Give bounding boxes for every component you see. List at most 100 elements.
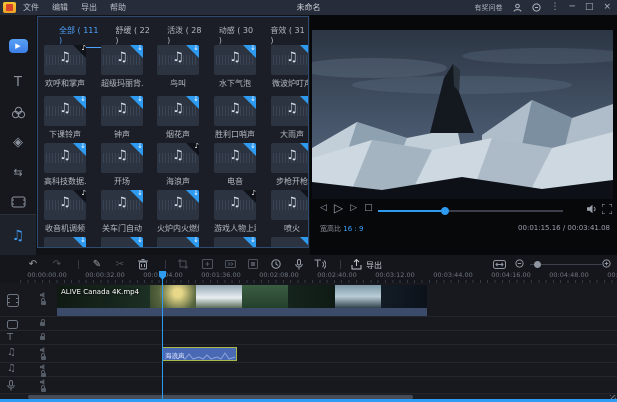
sidebar-item-filters[interactable] bbox=[0, 97, 36, 127]
zoom-out-button[interactable] bbox=[513, 257, 527, 271]
timeline-zoom-handle[interactable] bbox=[534, 261, 541, 268]
track-controls bbox=[40, 379, 46, 392]
sound-track-icon: ♫ bbox=[7, 363, 16, 374]
transport-controls: ◁ ▷ ▷ □ bbox=[320, 202, 373, 214]
sidebar-item-overlays[interactable]: ◈ bbox=[0, 127, 36, 157]
menu-help[interactable]: 帮助 bbox=[110, 2, 126, 13]
user-account-icon[interactable] bbox=[513, 3, 522, 12]
music-item[interactable]: ♫↓ 钟声 bbox=[101, 96, 143, 140]
redo-button[interactable]: ↷ bbox=[50, 257, 64, 271]
feedback-icon[interactable] bbox=[532, 3, 541, 12]
volume-icon[interactable] bbox=[587, 204, 597, 214]
fit-timeline-button[interactable] bbox=[492, 257, 506, 271]
music-item[interactable]: ♫↓ 胜利口哨声 bbox=[214, 96, 256, 140]
survey-link[interactable]: 有奖问卷 bbox=[475, 3, 503, 13]
crop-button[interactable] bbox=[176, 257, 190, 271]
export-button[interactable]: 导出 bbox=[366, 260, 382, 271]
music-item[interactable]: ♫↓ 下课铃声 bbox=[44, 96, 86, 140]
audio-clip[interactable]: 海浪声 bbox=[162, 347, 237, 361]
lock-icon[interactable] bbox=[41, 388, 46, 392]
lock-icon[interactable] bbox=[41, 301, 46, 305]
play-button[interactable]: ▷ bbox=[334, 202, 343, 214]
music-item[interactable]: ♫↓ 微波炉叮声 bbox=[271, 45, 309, 89]
music-item[interactable]: ♫↓ 鸟叫 bbox=[157, 45, 199, 89]
pip-track[interactable] bbox=[0, 317, 617, 331]
sidebar-item-media[interactable]: ▶ bbox=[0, 31, 36, 61]
close-button[interactable]: × bbox=[603, 0, 611, 15]
text-track[interactable]: T bbox=[0, 331, 617, 345]
fullscreen-icon[interactable] bbox=[602, 204, 612, 214]
track-controls bbox=[40, 321, 45, 326]
sound-effect-track[interactable]: ♫ bbox=[0, 363, 617, 377]
duration-button[interactable] bbox=[269, 257, 283, 271]
music-icon: ♫ bbox=[12, 228, 25, 244]
music-library-panel: 全部 ( 111 ) 舒缓 ( 22 ) 活泼 ( 28 ) 动感 ( 30 )… bbox=[37, 16, 309, 248]
lock-icon[interactable] bbox=[40, 322, 45, 326]
next-frame-button[interactable]: ▷ bbox=[350, 202, 357, 214]
video-preview bbox=[312, 30, 613, 199]
seek-handle[interactable] bbox=[441, 207, 449, 215]
music-item[interactable]: ↓ bbox=[101, 237, 143, 248]
sidebar-item-elements[interactable] bbox=[0, 187, 36, 217]
speed-button[interactable] bbox=[223, 257, 237, 271]
music-item[interactable]: ♫♪ 游戏人物上跳 bbox=[214, 190, 256, 234]
music-item[interactable]: ♫♪ 海浪声 bbox=[157, 143, 199, 187]
menu-export[interactable]: 导出 bbox=[81, 2, 97, 13]
zoom-region-button[interactable] bbox=[200, 257, 214, 271]
menu-file[interactable]: 文件 bbox=[23, 2, 39, 13]
freeze-frame-button[interactable] bbox=[246, 257, 260, 271]
music-item[interactable]: ♫↓ 电音 bbox=[214, 143, 256, 187]
scrollbar-thumb[interactable] bbox=[28, 395, 413, 399]
split-button[interactable]: ✂ bbox=[113, 257, 127, 271]
music-track-icon: ♫ bbox=[7, 347, 16, 358]
app-logo-icon bbox=[3, 2, 16, 13]
music-item[interactable]: ♫↓ 火炉内火燃烧 bbox=[157, 190, 199, 234]
music-item[interactable]: ♫↓ 烟花声 bbox=[157, 96, 199, 140]
voiceover-track[interactable] bbox=[0, 377, 617, 394]
toolbar-divider bbox=[340, 260, 341, 269]
music-item[interactable]: ♫↓ 超级玛丽背... bbox=[101, 45, 143, 89]
music-track[interactable]: ♫ bbox=[0, 345, 617, 363]
music-item[interactable]: ↓ bbox=[214, 237, 256, 248]
seek-bar[interactable] bbox=[378, 210, 563, 212]
video-clip-label: ALIVE Canada 4K.mp4 bbox=[61, 288, 139, 296]
previous-frame-button[interactable]: ◁ bbox=[320, 202, 327, 214]
zoom-in-button[interactable] bbox=[600, 257, 614, 271]
toolbar-divider bbox=[78, 260, 79, 269]
music-item[interactable]: ♫↓ 大雨声 bbox=[271, 96, 309, 140]
aspect-ratio[interactable]: 宽高比 16 : 9 bbox=[320, 224, 363, 234]
overlay-icon: ◈ bbox=[13, 135, 23, 150]
delete-button[interactable] bbox=[136, 257, 150, 271]
music-item[interactable]: ↓ bbox=[44, 237, 86, 248]
voiceover-button[interactable] bbox=[292, 257, 306, 271]
music-item[interactable]: ♫♪ 欢呼和掌声 bbox=[44, 45, 86, 89]
sidebar-item-music[interactable]: ♫ bbox=[0, 214, 36, 256]
music-item[interactable]: ♫↓ 水下气泡 bbox=[214, 45, 256, 89]
music-item[interactable]: ♫↓ 关车门自动 bbox=[101, 190, 143, 234]
menu-edit[interactable]: 编辑 bbox=[52, 2, 68, 13]
sidebar-item-text[interactable]: T bbox=[0, 67, 36, 97]
playhead[interactable] bbox=[162, 271, 163, 399]
more-menu-icon[interactable]: ⋮ bbox=[551, 0, 560, 15]
music-item[interactable]: ♫↓ 高科技数据... bbox=[44, 143, 86, 187]
music-item[interactable]: ↓ bbox=[157, 237, 199, 248]
video-clip-audio-bar[interactable] bbox=[57, 308, 427, 316]
stop-button[interactable]: □ bbox=[364, 202, 373, 214]
edit-button[interactable]: ✎ bbox=[90, 257, 104, 271]
music-item[interactable]: ♫↓ 开场 bbox=[101, 143, 143, 187]
maximize-button[interactable]: □ bbox=[585, 0, 594, 15]
app-window: 文件 编辑 导出 帮助 未命名 有奖问卷 ⋮ ─ □ × ▶ T ◈ ⇆ bbox=[0, 0, 617, 402]
sidebar-item-transitions[interactable]: ⇆ bbox=[0, 157, 36, 187]
minimize-button[interactable]: ─ bbox=[570, 0, 575, 15]
track-controls bbox=[40, 347, 46, 360]
lock-icon[interactable] bbox=[41, 356, 46, 360]
undo-button[interactable]: ↶ bbox=[26, 257, 40, 271]
music-item[interactable]: ♫♪ 喷火 bbox=[271, 190, 309, 234]
music-item[interactable]: ♫↓ 步枪开枪 bbox=[271, 143, 309, 187]
music-item[interactable]: ♫♪ 收音机调频 bbox=[44, 190, 86, 234]
timecode: 00:01:15.16 / 00:03:41.08 bbox=[518, 224, 610, 232]
text-to-speech-button[interactable] bbox=[313, 257, 327, 271]
music-item[interactable]: ↓ bbox=[271, 237, 309, 248]
lock-icon[interactable] bbox=[40, 336, 45, 340]
export-icon[interactable] bbox=[349, 257, 363, 271]
